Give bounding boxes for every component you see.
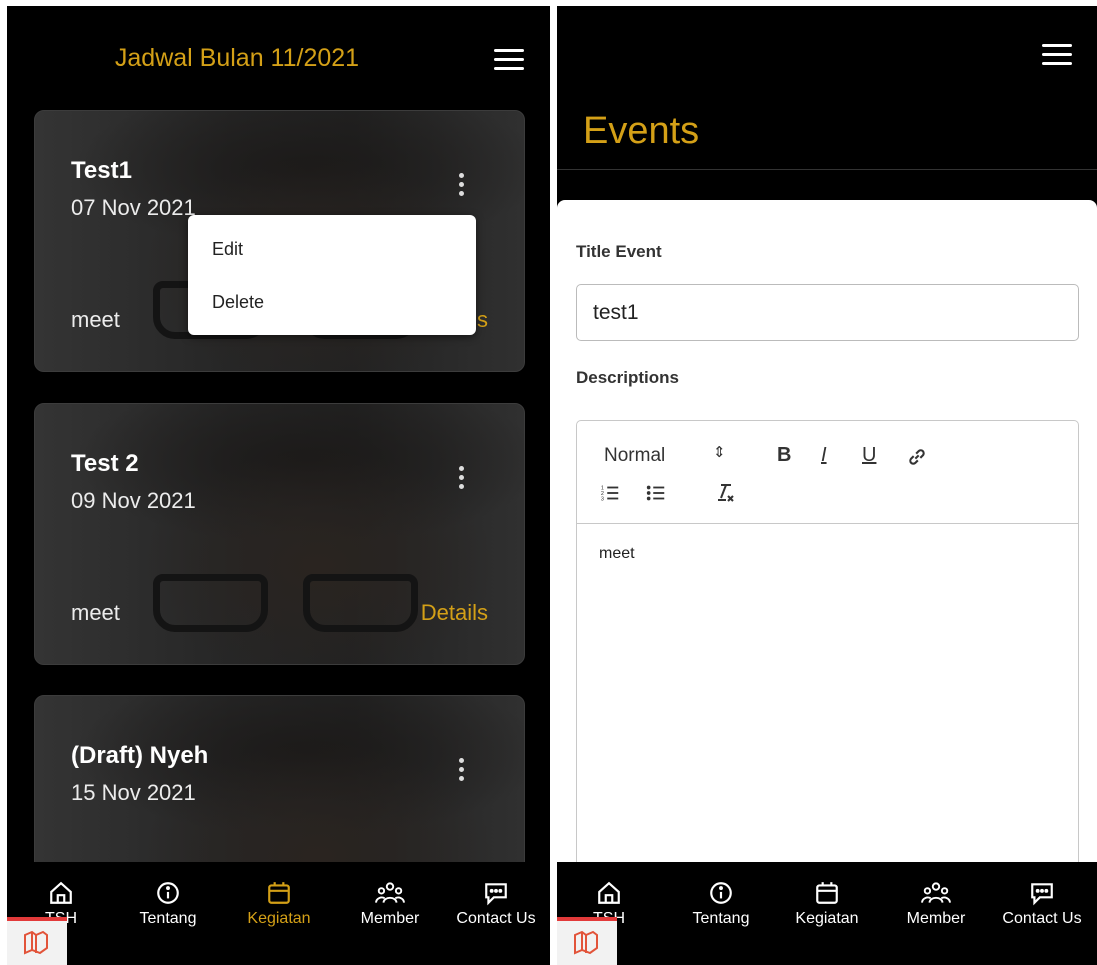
- nav-item-tentang[interactable]: Tentang: [118, 880, 218, 928]
- nav-label: Member: [906, 910, 966, 927]
- nav-label: Tentang: [692, 910, 750, 927]
- delete-menu-item[interactable]: Delete: [212, 292, 264, 313]
- people-icon: [921, 882, 951, 903]
- nav-item-member[interactable]: Member: [886, 880, 986, 928]
- underline-button[interactable]: U: [862, 444, 876, 467]
- nav-label: Tentang: [139, 910, 197, 927]
- header-divider: [557, 169, 1097, 170]
- nav-item-contact-us[interactable]: Contact Us: [446, 880, 546, 928]
- app-logo-badge: [7, 917, 67, 965]
- bullet-list-icon[interactable]: [645, 482, 667, 504]
- schedule-header-title: Jadwal Bulan 11/2021: [114, 44, 360, 72]
- logo-icon: [24, 930, 48, 955]
- event-title: Test 2: [71, 450, 139, 477]
- nav-item-member[interactable]: Member: [340, 880, 440, 928]
- app-logo-badge: [557, 917, 617, 965]
- calendar-icon: [268, 882, 290, 904]
- ordered-list-icon[interactable]: 123: [599, 482, 621, 504]
- editor-content[interactable]: meet: [599, 545, 635, 563]
- nav-item-kegiatan[interactable]: Kegiatan: [229, 880, 329, 928]
- nav-label: Contact Us: [1002, 910, 1082, 927]
- nav-item-contact-us[interactable]: Contact Us: [992, 880, 1092, 928]
- event-title: Test1: [71, 157, 132, 184]
- info-icon: [157, 882, 179, 904]
- more-options-icon[interactable]: [455, 466, 467, 494]
- title-event-input[interactable]: [576, 284, 1079, 341]
- event-title: (Draft) Nyeh: [71, 742, 209, 769]
- clear-formatting-icon[interactable]: [713, 481, 737, 505]
- logo-icon: [574, 930, 598, 955]
- edit-menu-item[interactable]: Edit: [212, 239, 243, 260]
- event-date: 07 Nov 2021: [71, 195, 196, 220]
- select-arrows-icon[interactable]: ⇕: [713, 443, 726, 461]
- event-editor-screen: Events Title Event Descriptions Normal ⇕…: [557, 6, 1097, 965]
- schedule-screen: Jadwal Bulan 11/2021 Test1 07 Nov 2021 m…: [7, 6, 550, 965]
- event-form: Title Event Descriptions Normal ⇕ B I U …: [557, 200, 1097, 900]
- descriptions-label: Descriptions: [576, 368, 679, 387]
- nav-item-tentang[interactable]: Tentang: [671, 880, 771, 928]
- bottom-navigation: TSH Tentang Kegiatan Member Contact Us: [7, 862, 550, 965]
- hamburger-menu-icon[interactable]: [494, 49, 524, 71]
- calendar-icon: [816, 882, 838, 904]
- event-description: meet: [71, 307, 120, 332]
- nav-label: Member: [360, 910, 420, 927]
- chat-icon: [1031, 883, 1053, 906]
- title-event-label: Title Event: [576, 242, 662, 261]
- event-description: meet: [71, 600, 120, 625]
- more-options-icon[interactable]: [455, 173, 467, 201]
- event-card[interactable]: Test 2 09 Nov 2021 meet Details: [34, 403, 525, 665]
- event-context-menu: Edit Delete: [188, 215, 476, 335]
- svg-text:3: 3: [601, 496, 604, 502]
- heading-select[interactable]: Normal: [604, 445, 665, 467]
- bottom-navigation: TSH Tentang Kegiatan Member Contact Us: [557, 862, 1097, 965]
- page-title: Events: [583, 110, 700, 152]
- details-link[interactable]: Details: [421, 600, 488, 626]
- link-icon[interactable]: [906, 447, 928, 467]
- rich-text-editor: Normal ⇕ B I U 123 meet: [576, 420, 1079, 890]
- event-date: 15 Nov 2021: [71, 780, 196, 805]
- bold-button[interactable]: B: [777, 444, 791, 467]
- chat-icon: [485, 883, 507, 906]
- nav-item-kegiatan[interactable]: Kegiatan: [777, 880, 877, 928]
- editor-toolbar: Normal ⇕ B I U 123: [577, 421, 1078, 524]
- italic-button[interactable]: I: [821, 444, 827, 467]
- nav-label: Contact Us: [456, 910, 536, 927]
- nav-label: Kegiatan: [795, 910, 859, 927]
- home-icon: [50, 881, 72, 904]
- event-date: 09 Nov 2021: [71, 488, 196, 513]
- home-icon: [598, 881, 620, 904]
- hamburger-menu-icon[interactable]: [1042, 44, 1072, 66]
- info-icon: [710, 882, 732, 904]
- more-options-icon[interactable]: [455, 758, 467, 786]
- people-icon: [375, 882, 405, 903]
- nav-label: Kegiatan: [247, 910, 311, 927]
- card-photo: [153, 574, 423, 634]
